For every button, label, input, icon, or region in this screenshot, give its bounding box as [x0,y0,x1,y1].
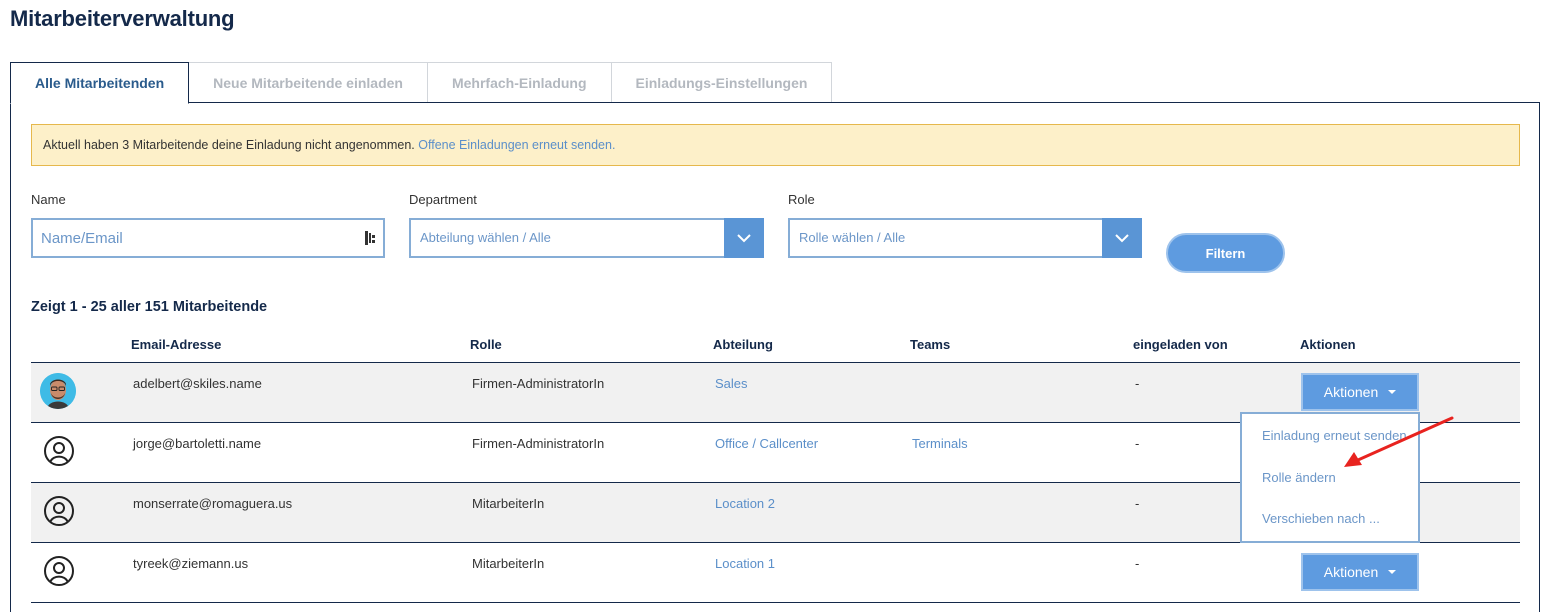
pending-invitations-alert: Aktuell haben 3 Mitarbeitende deine Einl… [31,124,1520,166]
header-role: Rolle [470,337,502,352]
name-filter-field [31,218,385,258]
page-title: Mitarbeiterverwaltung [10,6,235,31]
alert-text: Aktuell haben 3 Mitarbeitende deine Einl… [43,138,415,152]
department-select-toggle[interactable] [724,218,764,258]
row-invited-by: - [1135,496,1140,511]
avatar [40,373,76,409]
actions-button-label: Aktionen [1323,384,1379,400]
header-actions: Aktionen [1300,337,1356,352]
tab-all-employees[interactable]: Alle Mitarbeitenden [10,62,190,104]
user-photo-icon [40,373,76,409]
header-department: Abteilung [713,337,773,352]
row-invited-by: - [1135,436,1140,451]
resend-invitations-link[interactable]: Offene Einladungen erneut senden. [418,138,615,152]
user-circle-icon [44,436,74,466]
tab-invite-settings[interactable]: Einladungs-Einstellungen [610,62,833,103]
actions-button[interactable]: Aktionen [1301,553,1419,591]
chevron-down-icon [737,234,751,243]
row-email: adelbert@skiles.name [133,376,262,391]
caret-down-icon [1388,390,1397,394]
user-circle-icon [44,556,74,586]
tab-bar: Alle Mitarbeitenden Neue Mitarbeitende e… [10,62,833,104]
user-circle-icon [44,496,74,526]
menu-item-move-to[interactable]: Verschieben nach ... [1262,511,1380,526]
row-invited-by: - [1135,556,1140,571]
password-manager-icon[interactable] [365,231,377,245]
filter-button[interactable]: Filtern [1166,233,1285,273]
header-invited-by: eingeladen von [1133,337,1228,352]
chevron-down-icon [1115,234,1129,243]
row-email: tyreek@ziemann.us [133,556,249,571]
row-department-link[interactable]: Location 1 [715,556,775,571]
row-team-link[interactable]: Terminals [912,436,968,451]
caret-down-icon [1388,570,1397,574]
actions-button[interactable]: Aktionen [1301,373,1419,411]
row-role: MitarbeiterIn [472,496,545,511]
name-email-input[interactable] [33,220,361,256]
department-select[interactable]: Abteilung wählen / Alle [409,218,764,258]
table-row: tyreek@ziemann.us MitarbeiterIn Location… [31,543,1520,603]
role-filter-label: Role [788,192,815,207]
role-select[interactable]: Rolle wählen / Alle [788,218,1142,258]
row-invited-by: - [1135,376,1140,391]
row-department-link[interactable]: Location 2 [715,496,775,511]
actions-button-label: Aktionen [1323,564,1379,580]
tab-invite-employees[interactable]: Neue Mitarbeitende einladen [188,62,428,103]
row-role: Firmen-AdministratorIn [472,376,605,391]
name-filter-label: Name [31,192,66,207]
row-role: MitarbeiterIn [472,556,545,571]
row-department-link[interactable]: Sales [715,376,748,391]
row-role: Firmen-AdministratorIn [472,436,605,451]
department-select-value: Abteilung wählen / Alle [420,230,551,245]
menu-item-change-role[interactable]: Rolle ändern [1262,470,1336,485]
row-department-link[interactable]: Office / Callcenter [715,436,818,451]
role-select-value: Rolle wählen / Alle [799,230,906,245]
annotation-arrow-icon [1344,416,1454,467]
results-summary: Zeigt 1 - 25 aller 151 Mitarbeitende [31,299,268,315]
header-teams: Teams [910,337,951,352]
department-filter-label: Department [409,192,477,207]
row-email: monserrate@romaguera.us [133,496,293,511]
header-email: Email-Adresse [131,337,222,352]
role-select-toggle[interactable] [1102,218,1142,258]
row-email: jorge@bartoletti.name [133,436,262,451]
tab-bulk-invite[interactable]: Mehrfach-Einladung [426,62,612,103]
